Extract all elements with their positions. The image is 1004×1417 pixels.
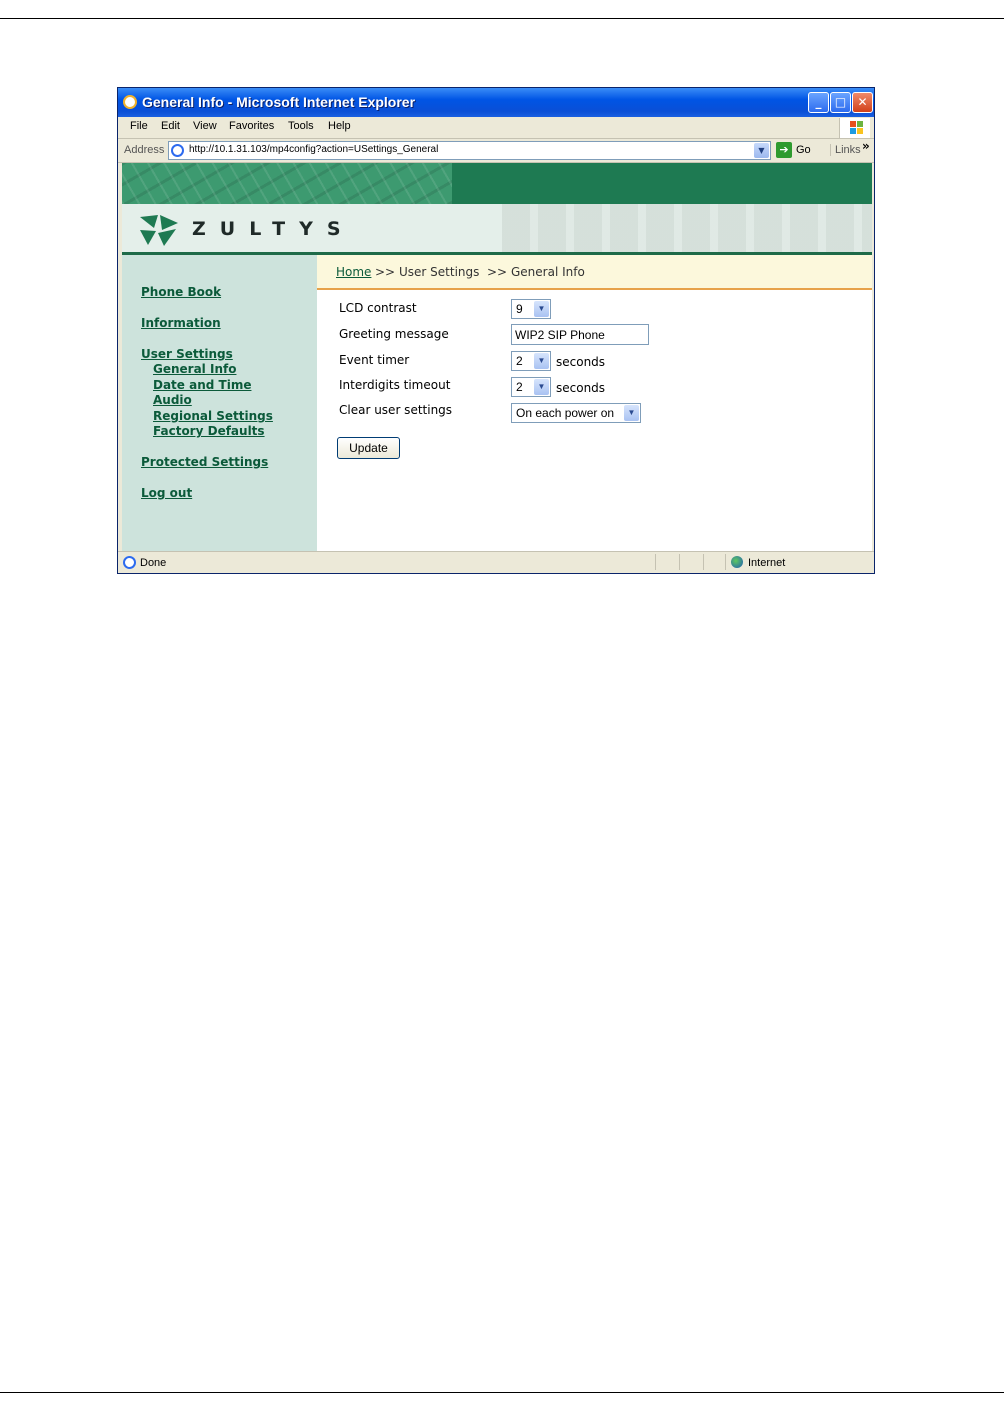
status-bar: Done Internet (118, 551, 874, 573)
banner-phone-image (502, 204, 872, 252)
zultys-logo-text: ZULTYS (192, 218, 355, 240)
event-timer-value: 2 (516, 354, 523, 368)
window-title: General Info - Microsoft Internet Explor… (142, 94, 416, 110)
lcd-contrast-select[interactable]: 9 ▼ (511, 299, 551, 319)
address-url[interactable]: http://10.1.31.103/mp4config?action=USet… (189, 144, 438, 155)
menu-favorites[interactable]: Favorites (229, 120, 274, 132)
address-bar: Address http://10.1.31.103/mp4config?act… (118, 139, 874, 163)
windows-flag-icon (839, 118, 870, 138)
sidebar-item-general-info[interactable]: General Info (153, 362, 236, 376)
chevron-down-icon[interactable]: ▼ (534, 353, 549, 369)
sidebar-item-date-and-time[interactable]: Date and Time (153, 378, 251, 392)
menu-help[interactable]: Help (328, 120, 351, 132)
go-arrow-icon[interactable]: ➔ (776, 142, 792, 158)
sidebar-item-factory-defaults[interactable]: Factory Defaults (153, 424, 265, 438)
sidebar-item-phone-book[interactable]: Phone Book (141, 285, 221, 299)
address-label: Address (124, 144, 165, 156)
banner-logo-area: ZULTYS (122, 204, 872, 252)
chevron-down-icon[interactable]: ▼ (624, 405, 639, 421)
menu-view[interactable]: View (193, 120, 217, 132)
close-button[interactable]: ✕ (852, 92, 873, 113)
event-timer-select[interactable]: 2 ▼ (511, 351, 551, 371)
address-input[interactable]: http://10.1.31.103/mp4config?action=USet… (168, 141, 771, 160)
breadcrumb-current-page: General Info (511, 265, 585, 279)
clear-user-settings-select[interactable]: On each power on ▼ (511, 403, 641, 423)
breadcrumb: Home >> User Settings >> General Info (317, 255, 872, 290)
page-done-icon (123, 556, 136, 569)
page-bottom-rule (0, 1392, 1004, 1393)
links-button[interactable]: Links (830, 144, 861, 156)
greeting-message-input[interactable]: WIP2 SIP Phone (511, 324, 649, 345)
menu-edit[interactable]: Edit (161, 120, 180, 132)
globe-icon (731, 556, 743, 568)
update-button[interactable]: Update (337, 437, 400, 459)
event-timer-label: Event timer (339, 353, 410, 367)
breadcrumb-separator: >> (375, 265, 396, 279)
go-button[interactable]: Go (796, 144, 811, 156)
menu-file[interactable]: File (130, 120, 148, 132)
banner-circuit-image (122, 163, 872, 204)
interdigits-timeout-label: Interdigits timeout (339, 378, 451, 392)
menu-tools[interactable]: Tools (288, 120, 314, 132)
sidebar-item-regional-settings[interactable]: Regional Settings (153, 409, 273, 423)
interdigits-timeout-unit: seconds (556, 381, 606, 395)
sidebar-item-audio[interactable]: Audio (153, 393, 192, 407)
security-zone-text: Internet (748, 557, 786, 569)
maximize-button[interactable]: □ (830, 92, 851, 113)
menu-bar: File Edit View Favorites Tools Help (118, 117, 874, 139)
sidebar-item-log-out[interactable]: Log out (141, 486, 192, 500)
breadcrumb-home-link[interactable]: Home (336, 265, 371, 279)
lcd-contrast-label: LCD contrast (339, 301, 417, 315)
greeting-message-label: Greeting message (339, 327, 449, 341)
sidebar-item-information[interactable]: Information (141, 316, 221, 330)
interdigits-timeout-select[interactable]: 2 ▼ (511, 377, 551, 397)
clear-user-settings-value: On each power on (516, 406, 615, 420)
chevron-down-icon[interactable]: ▼ (534, 379, 549, 395)
ie-icon (123, 95, 137, 109)
address-dropdown-icon[interactable]: ▼ (754, 143, 769, 158)
minimize-button[interactable]: _ (808, 92, 829, 113)
sidebar: Phone Book Information User Settings Gen… (122, 255, 317, 551)
links-chevron-icon[interactable]: » (862, 139, 870, 153)
event-timer-unit: seconds (556, 355, 606, 369)
main-content: Home >> User Settings >> General Info LC… (317, 255, 872, 551)
status-text: Done (140, 557, 167, 569)
page-viewport: ZULTYS Phone Book Information User Setti… (122, 163, 872, 551)
lcd-contrast-value: 9 (516, 302, 523, 316)
page-top-rule (0, 18, 1004, 19)
interdigits-timeout-value: 2 (516, 380, 523, 394)
title-bar[interactable]: General Info - Microsoft Internet Explor… (118, 88, 874, 117)
clear-user-settings-label: Clear user settings (339, 403, 453, 417)
chevron-down-icon[interactable]: ▼ (534, 301, 549, 317)
zultys-logo-icon (140, 215, 178, 246)
browser-window: General Info - Microsoft Internet Explor… (117, 87, 875, 574)
breadcrumb-section: User Settings (399, 265, 480, 279)
page-icon (171, 144, 184, 157)
sidebar-item-protected-settings[interactable]: Protected Settings (141, 455, 268, 469)
sidebar-item-user-settings[interactable]: User Settings (141, 347, 233, 361)
breadcrumb-separator: >> (487, 265, 508, 279)
